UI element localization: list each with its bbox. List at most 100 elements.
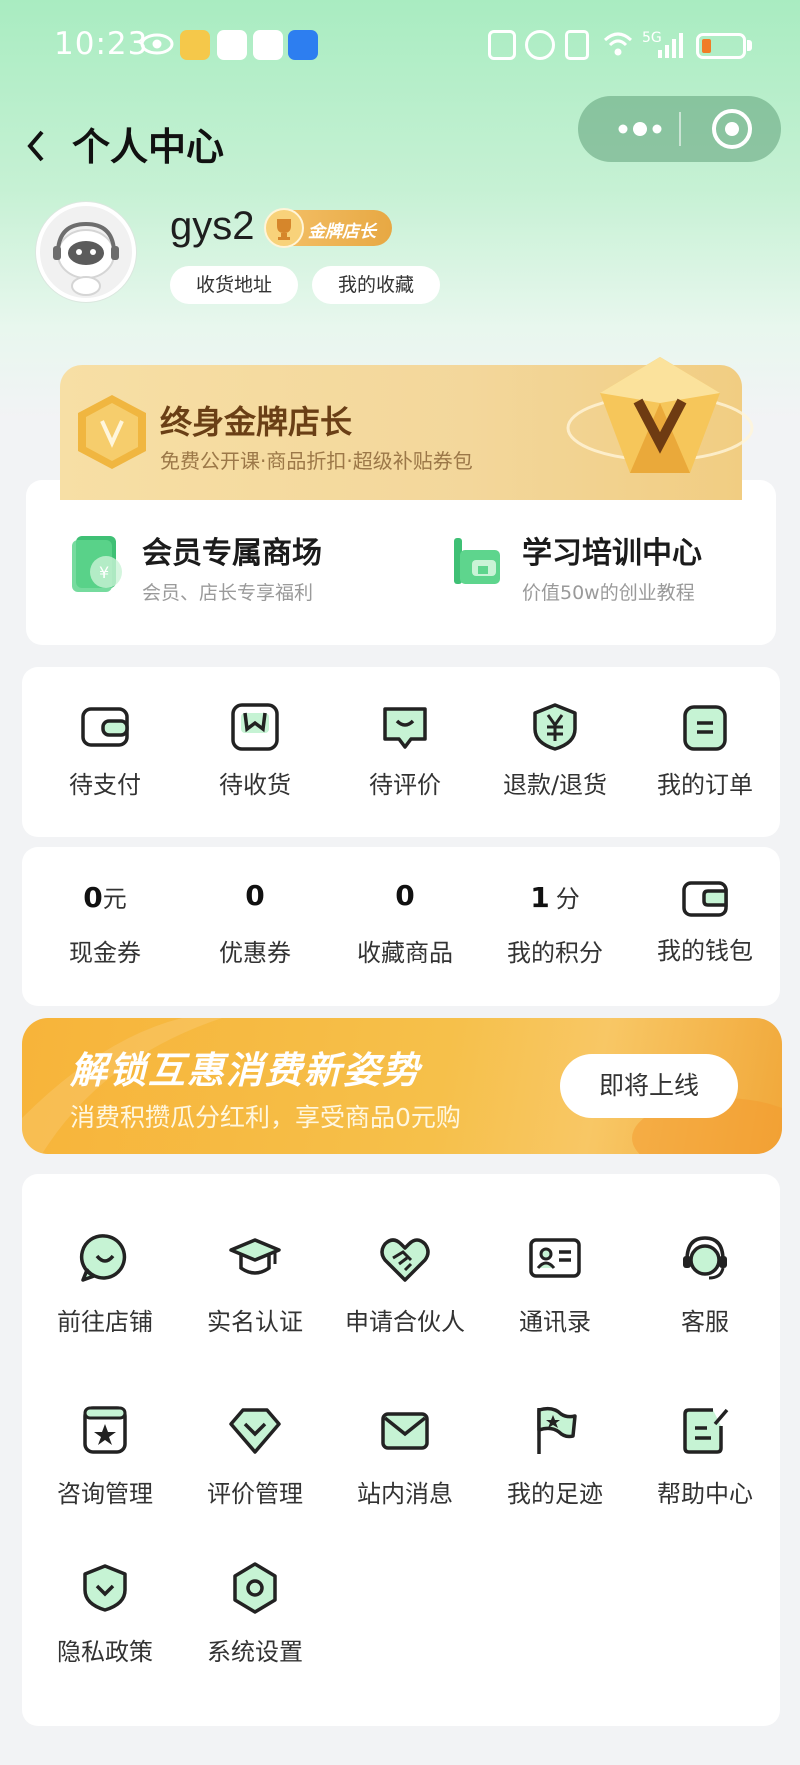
rating-diamond-icon xyxy=(229,1408,281,1454)
alarm-icon xyxy=(525,30,555,60)
service-label: 我的足迹 xyxy=(507,1480,603,1508)
mall-entry-card: ¥ 会员专属商场 会员、店长专享福利 学习培训中心 价值50w的创业教程 xyxy=(26,480,776,645)
service-help-center[interactable]: 帮助中心 xyxy=(630,1402,780,1509)
service-review-manage[interactable]: 评价管理 xyxy=(180,1402,330,1509)
vibrate-icon xyxy=(565,30,589,60)
service-system-settings[interactable]: 系统设置 xyxy=(180,1560,330,1667)
asset-discount-coupon[interactable]: 0 优惠券 xyxy=(180,879,330,968)
service-customer-service[interactable]: 客服 xyxy=(630,1230,780,1337)
eye-icon xyxy=(140,32,174,56)
graduation-cap-icon xyxy=(229,1238,281,1275)
service-real-name[interactable]: 实名认证 xyxy=(180,1230,330,1337)
mall-entry-training-title: 学习培训中心 xyxy=(522,536,702,571)
wallet-icon xyxy=(682,881,728,917)
battery-icon xyxy=(696,33,746,59)
gold-manager-badge: 金牌店长 xyxy=(264,208,392,248)
order-pending-receipt[interactable]: 待收货 xyxy=(180,699,330,800)
service-footprints[interactable]: 我的足迹 xyxy=(480,1402,630,1509)
order-label: 待评价 xyxy=(369,771,441,799)
status-time: 10:23 xyxy=(54,26,149,62)
service-messages[interactable]: 站内消息 xyxy=(330,1402,480,1509)
training-icon xyxy=(454,538,500,584)
order-label: 待收货 xyxy=(219,771,291,799)
status-bar: 10:23 5G xyxy=(0,0,800,92)
gold-banner-subtitle: 免费公开课·商品折扣·超级补贴券包 xyxy=(160,449,473,473)
gold-member-banner[interactable]: 终身金牌店长 免费公开课·商品折扣·超级补贴券包 xyxy=(60,357,754,500)
order-label: 待支付 xyxy=(69,771,141,799)
service-consult-manage[interactable]: 咨询管理 xyxy=(30,1402,180,1509)
service-label: 前往店铺 xyxy=(57,1308,153,1336)
capsule-divider xyxy=(679,112,681,146)
mall-entry-member[interactable]: ¥ 会员专属商场 会员、店长专享福利 xyxy=(70,528,390,618)
mail-icon xyxy=(381,1412,429,1450)
asset-value: 0 xyxy=(395,879,415,912)
gold-banner-title: 终身金牌店长 xyxy=(160,403,353,441)
service-label: 申请合伙人 xyxy=(345,1308,465,1336)
asset-points[interactable]: 1分 我的积分 xyxy=(480,879,630,968)
username: gys2 xyxy=(170,204,255,248)
asset-value: 0 xyxy=(83,881,103,914)
headset-icon xyxy=(683,1236,727,1280)
mall-entry-member-title: 会员专属商场 xyxy=(142,536,322,571)
store-smile-icon xyxy=(79,1234,127,1282)
orders-grid: 待支付 待收货 待评价 退款/退货 我的订单 xyxy=(30,667,772,837)
service-go-to-store[interactable]: 前往店铺 xyxy=(30,1230,180,1337)
service-label: 实名认证 xyxy=(207,1308,303,1336)
service-label: 通讯录 xyxy=(519,1308,591,1336)
asset-wallet[interactable]: 我的钱包 xyxy=(630,877,780,966)
flag-icon xyxy=(537,1406,577,1454)
refund-icon xyxy=(533,703,577,751)
shield-icon xyxy=(83,1564,127,1612)
promo-banner[interactable]: 解锁互惠消费新姿势 消费积攒瓜分红利，享受商品0元购 即将上线 xyxy=(22,1018,782,1154)
page-title: 个人中心 xyxy=(72,125,225,169)
service-label: 客服 xyxy=(681,1308,729,1336)
browser-app-icon xyxy=(253,30,283,60)
asset-unit: 分 xyxy=(555,885,580,913)
mall-entry-training-subtitle: 价值50w的创业教程 xyxy=(522,582,695,604)
order-pending-payment[interactable]: 待支付 xyxy=(30,699,180,800)
package-icon xyxy=(231,703,279,751)
handshake-heart-icon xyxy=(380,1238,430,1282)
order-list-icon xyxy=(683,705,727,751)
asset-label: 收藏商品 xyxy=(357,939,453,967)
contact-card-icon xyxy=(529,1238,581,1278)
shipping-address-link[interactable]: 收货地址 xyxy=(170,266,298,304)
service-privacy-policy[interactable]: 隐私政策 xyxy=(30,1560,180,1667)
asset-label: 优惠券 xyxy=(219,939,291,967)
order-pending-review[interactable]: 待评价 xyxy=(330,699,480,800)
asset-favorites[interactable]: 0 收藏商品 xyxy=(330,879,480,968)
mini-program-capsule xyxy=(578,96,781,162)
wifi-icon xyxy=(602,28,634,60)
assets-grid: 0元 现金券 0 优惠券 0 收藏商品 1分 我的积分 我的钱包 xyxy=(30,847,772,1006)
chat-app-icon xyxy=(217,30,247,60)
wallet-icon xyxy=(81,707,129,747)
close-target-icon[interactable] xyxy=(712,109,752,149)
service-label: 咨询管理 xyxy=(57,1480,153,1508)
mall-entry-training[interactable]: 学习培训中心 价值50w的创业教程 xyxy=(450,528,760,618)
asset-label: 我的积分 xyxy=(507,939,603,967)
my-favorites-link[interactable]: 我的收藏 xyxy=(312,266,440,304)
coming-soon-button[interactable]: 即将上线 xyxy=(560,1054,738,1118)
order-refund[interactable]: 退款/退货 xyxy=(480,699,630,800)
services-grid: 前往店铺 实名认证 申请合伙人 通讯录 客服 咨询管理 评价管理 站内消息 我的… xyxy=(30,1174,772,1726)
svg-text:¥: ¥ xyxy=(99,563,109,582)
mall-entry-member-subtitle: 会员、店长专享福利 xyxy=(142,582,314,604)
avatar[interactable] xyxy=(36,202,136,302)
service-label: 站内消息 xyxy=(357,1480,453,1508)
robot-avatar-icon xyxy=(40,206,132,298)
nfc-icon xyxy=(488,30,516,60)
more-icon[interactable] xyxy=(608,116,688,142)
asset-label: 现金券 xyxy=(69,939,141,967)
weibo-app-icon xyxy=(180,30,210,60)
back-button[interactable] xyxy=(22,118,62,168)
asset-cash-coupon[interactable]: 0元 现金券 xyxy=(30,879,180,968)
asset-value: 1 xyxy=(530,881,550,914)
service-apply-partner[interactable]: 申请合伙人 xyxy=(330,1230,480,1337)
service-label: 隐私政策 xyxy=(57,1638,153,1666)
promo-subtitle: 消费积攒瓜分红利，享受商品0元购 xyxy=(70,1103,461,1132)
service-contacts[interactable]: 通讯录 xyxy=(480,1230,630,1337)
order-all[interactable]: 我的订单 xyxy=(630,699,780,800)
coupon-icon: ¥ xyxy=(72,536,122,592)
service-label: 系统设置 xyxy=(207,1638,303,1666)
edit-doc-icon xyxy=(683,1408,729,1454)
